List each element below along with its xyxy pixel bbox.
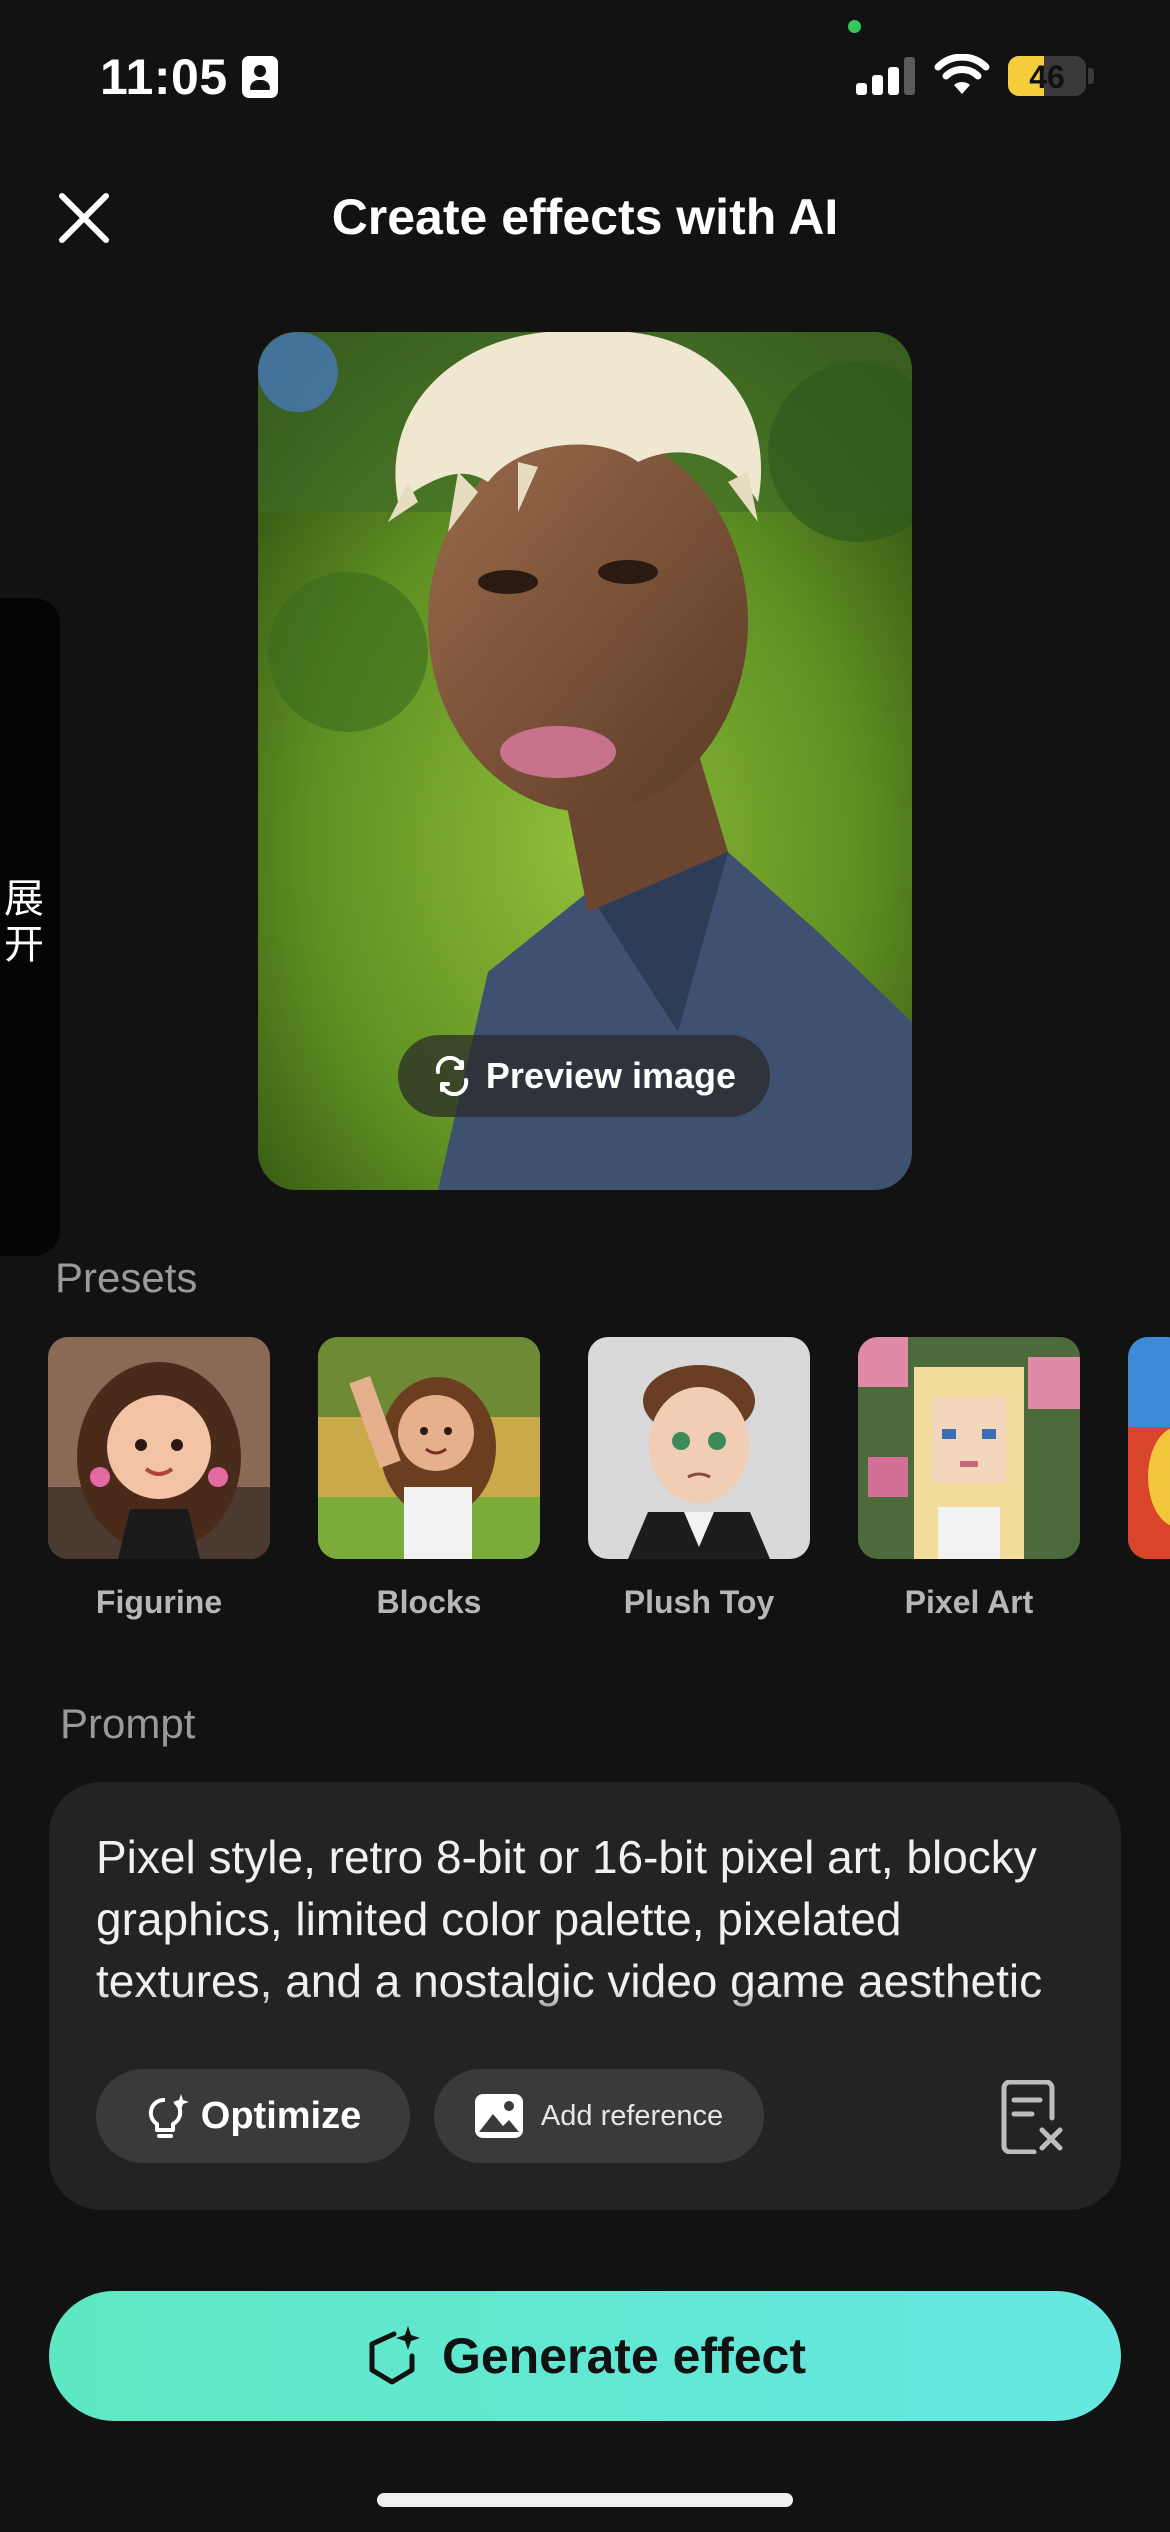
lightbulb-sparkle-icon [148,2094,189,2138]
prompt-heading: Prompt [60,1700,196,1747]
preset-thumb-partial[interactable] [1128,1337,1170,1559]
preset-thumb-blocks[interactable] [318,1337,540,1559]
generate-effect-label: Generate effect [441,2328,807,2384]
optimize-button[interactable]: Optimize [96,2069,410,2163]
generate-effect-button[interactable]: Generate effect [49,2291,1121,2421]
battery-level: 46 [1029,59,1065,95]
contact-card-icon [242,56,278,98]
preset-label-pixel-art: Pixel Art [904,1584,1034,1620]
add-reference-button[interactable]: Add reference [434,2069,764,2163]
battery-indicator: 46 [1008,56,1086,96]
clear-prompt-icon[interactable] [996,2080,1066,2154]
page-title: Create effects with AI [331,189,839,245]
optimize-label: Optimize [200,2094,362,2137]
cellular-signal-icon [856,57,916,95]
add-reference-label: Add reference [540,2099,724,2132]
sparkle-hexagon-icon [369,2326,420,2385]
preset-thumb-plush-toy[interactable] [588,1337,810,1559]
image-icon [474,2094,523,2138]
battery-tip [1088,68,1094,84]
preset-label-figurine: Figurine [95,1584,223,1620]
preview-image-button[interactable]: Preview image [398,1035,770,1117]
preset-label-blocks: Blocks [376,1584,482,1620]
swap-icon [435,1056,469,1096]
prompt-fade [90,1990,1070,2036]
preset-thumb-pixel-art[interactable] [858,1337,1080,1559]
camera-indicator-dot [848,20,861,33]
preset-label-plush-toy: Plush Toy [623,1584,775,1620]
preview-image-label: Preview image [485,1055,737,1096]
side-expand-label[interactable]: 展开 [4,876,52,968]
preset-thumb-figurine[interactable] [48,1337,270,1559]
home-indicator[interactable] [377,2493,793,2507]
status-time: 11:05 [100,49,228,105]
wifi-icon [934,54,990,94]
presets-heading: Presets [55,1254,198,1301]
